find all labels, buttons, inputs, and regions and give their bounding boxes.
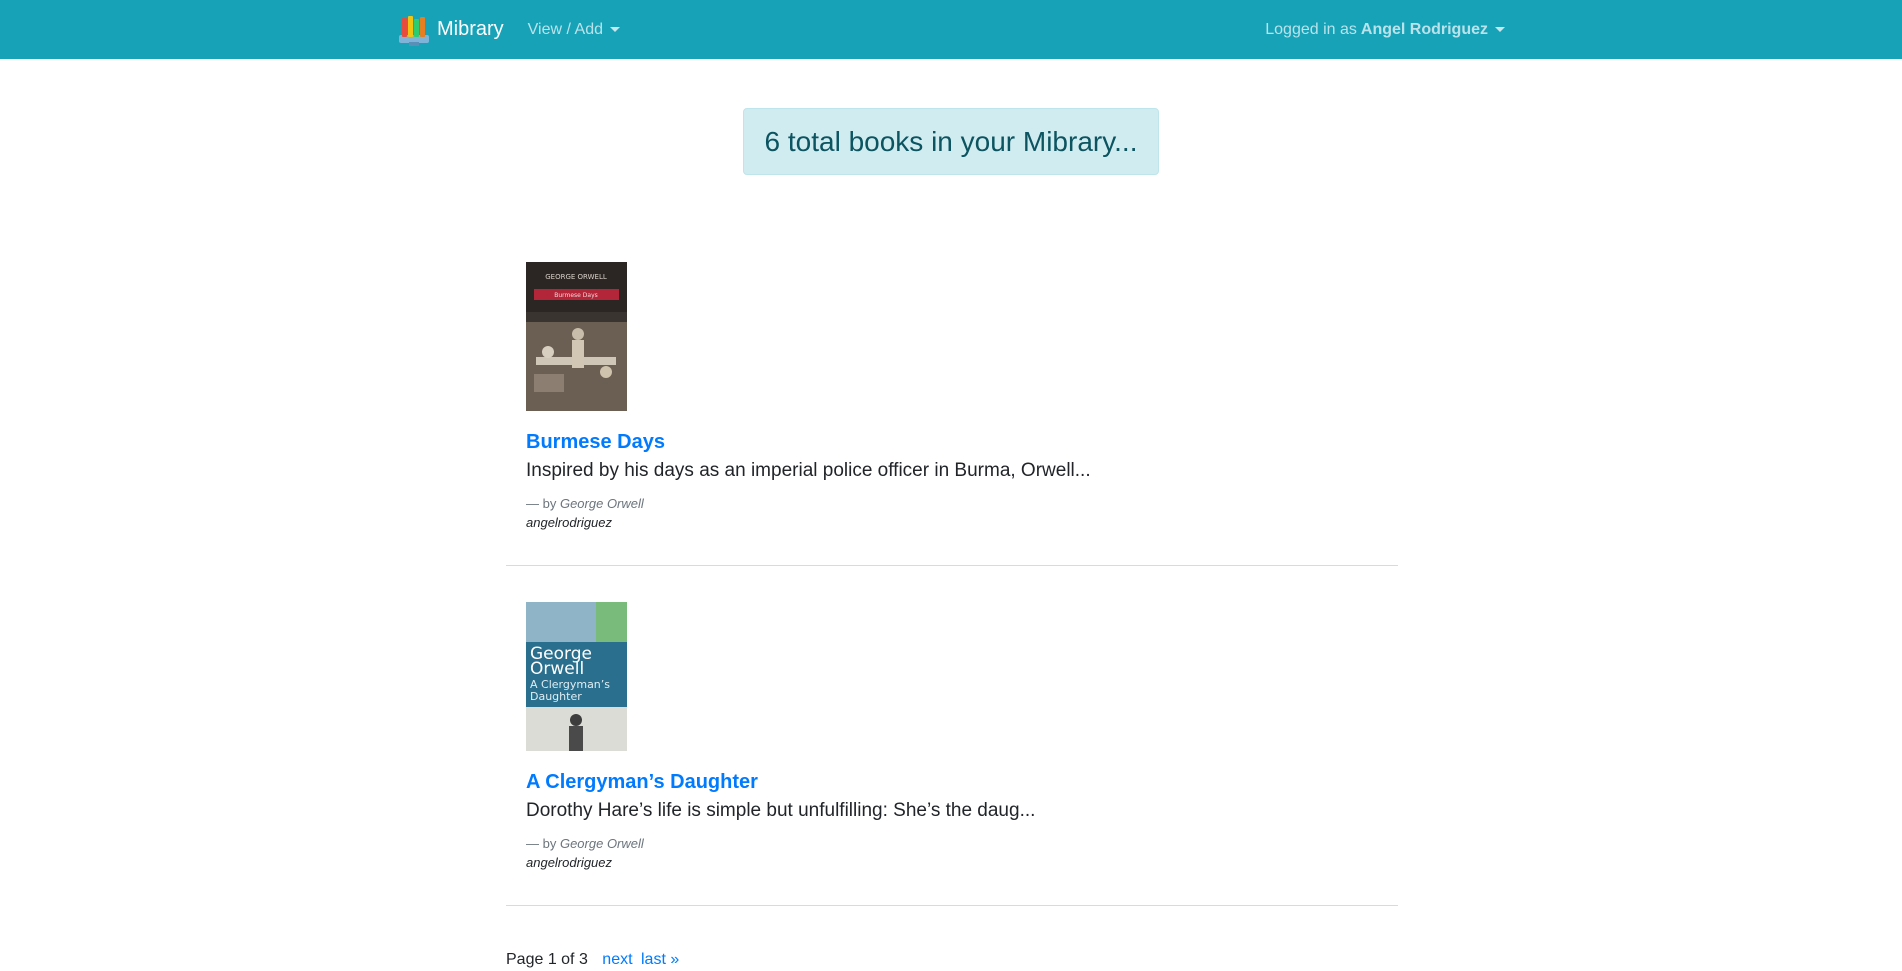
view-add-dropdown[interactable]: View / Add <box>528 21 620 39</box>
book-cover-image[interactable]: GEORGE ORWELL Burmese Days <box>526 262 627 411</box>
book-author: George Orwell <box>559 496 644 511</box>
book-title-link[interactable]: Burmese Days <box>526 431 1378 454</box>
view-add-label: View / Add <box>527 20 603 38</box>
chevron-down-icon <box>1495 27 1505 32</box>
book-cover-image[interactable]: George Orwell A Clergyman’s Daughter <box>526 602 627 751</box>
pagination: Page 1 of 3 next last » <box>506 951 679 969</box>
user-prefix: Logged in as <box>1265 20 1357 38</box>
by-prefix: — by <box>526 496 557 511</box>
by-prefix: — by <box>526 836 557 851</box>
book-owner: angelrodriguez <box>526 515 613 530</box>
book-title-link[interactable]: A Clergyman’s Daughter <box>526 771 1378 794</box>
svg-text:Burmese Days: Burmese Days <box>554 292 598 299</box>
svg-text:GEORGE ORWELL: GEORGE ORWELL <box>545 273 607 281</box>
list-item: GEORGE ORWELL Burmese Days Burmese Days … <box>506 240 1398 566</box>
book-description: Dorothy Hare’s life is simple but unfulf… <box>526 800 1036 821</box>
book-author: George Orwell <box>559 836 644 851</box>
navbar-container: Mibrary View / Add Logged in as Angel Ro… <box>397 0 1505 59</box>
chevron-down-icon <box>609 27 620 32</box>
total-books-banner: 6 total books in your Mibrary... <box>742 108 1160 175</box>
book-author-line: — by George Orwell <box>526 836 1378 851</box>
book-owner: angelrodriguez <box>526 855 613 870</box>
brand-name: Mibrary <box>437 18 504 40</box>
svg-text:Orwell: Orwell <box>530 659 584 679</box>
brand-link[interactable]: Mibrary <box>397 13 504 47</box>
user-name: Angel Rodriguez <box>1360 20 1488 38</box>
page-status: Page 1 of 3 <box>506 951 588 968</box>
book-description: Inspired by his days as an imperial poli… <box>526 460 1091 481</box>
list-item: George Orwell A Clergyman’s Daughter A C… <box>506 566 1398 906</box>
last-page-link[interactable]: last » <box>641 951 679 968</box>
top-navbar: Mibrary View / Add Logged in as Angel Ro… <box>0 0 1902 59</box>
banner-wrapper: 6 total books in your Mibrary... <box>0 108 1902 175</box>
book-list: GEORGE ORWELL Burmese Days Burmese Days … <box>506 240 1398 906</box>
books-logo-icon <box>399 15 429 46</box>
book-author-line: — by George Orwell <box>526 496 1378 511</box>
user-menu-dropdown[interactable]: Logged in as Angel Rodriguez <box>1265 21 1505 39</box>
svg-text:Daughter: Daughter <box>530 690 582 703</box>
next-page-link[interactable]: next <box>602 951 632 968</box>
